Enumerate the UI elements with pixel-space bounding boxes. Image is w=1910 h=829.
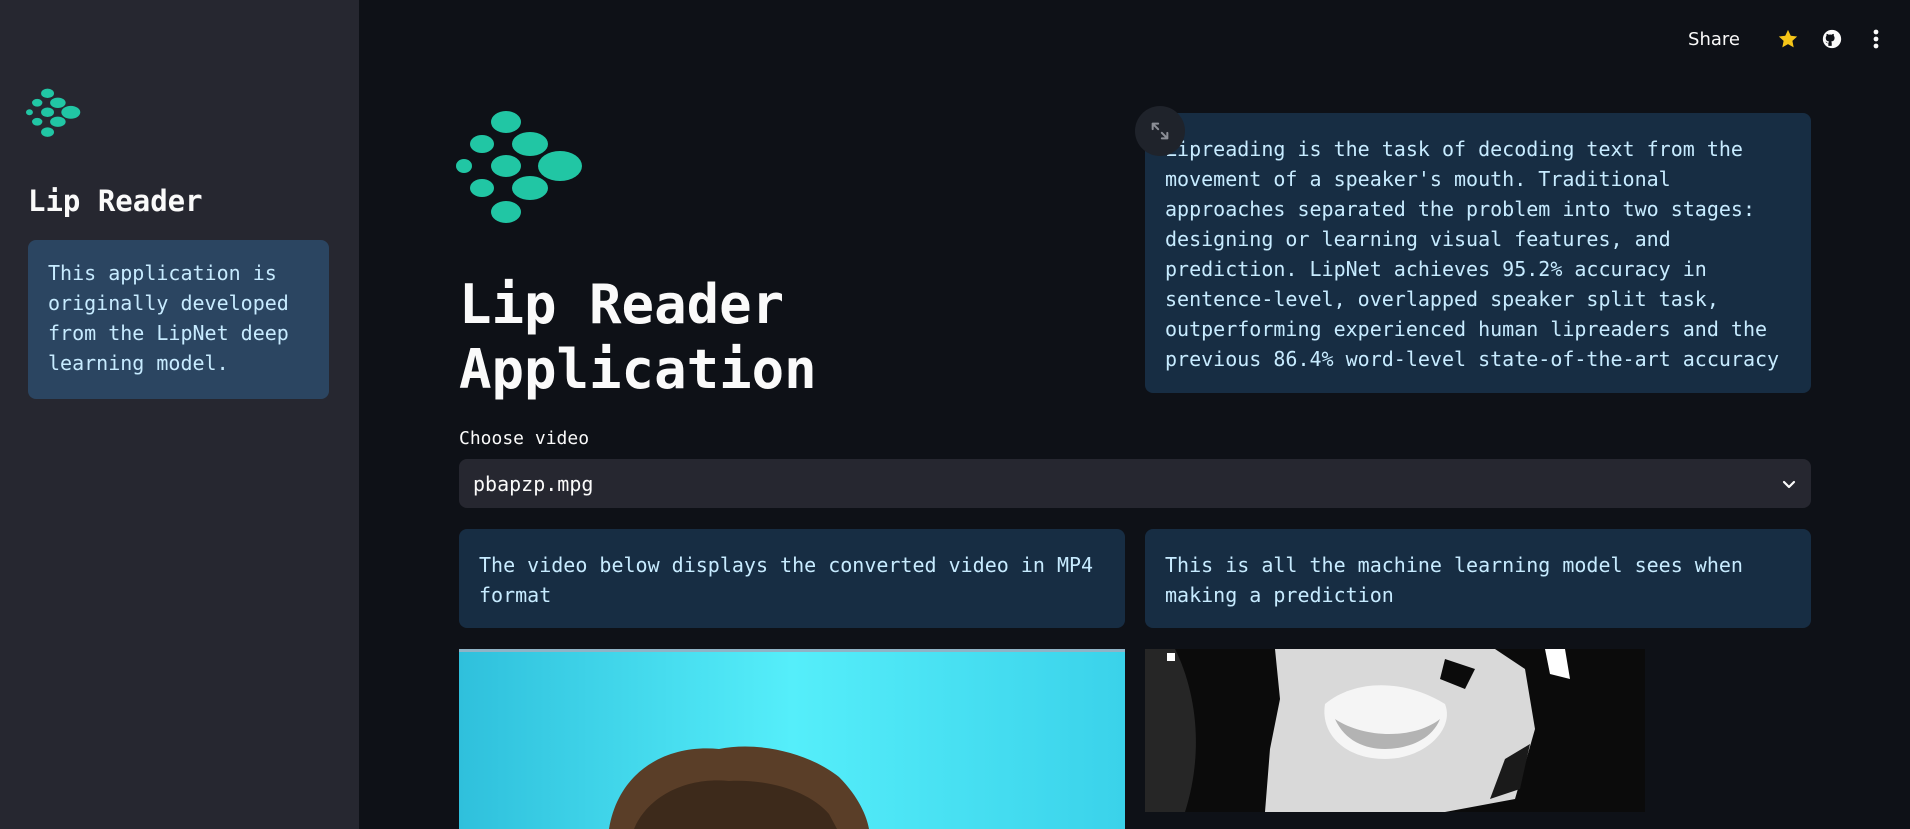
share-button[interactable]: Share — [1688, 29, 1740, 50]
page-title: Lip Reader Application — [459, 272, 817, 402]
sidebar: Lip Reader This application is originall… — [0, 0, 359, 829]
chevron-down-icon — [1782, 480, 1796, 488]
sidebar-info-box: This application is originally developed… — [28, 240, 329, 399]
app-logo-icon — [26, 88, 81, 137]
sidebar-title: Lip Reader — [28, 184, 203, 218]
page-title-line-1: Lip Reader — [459, 273, 785, 336]
github-icon[interactable] — [1818, 25, 1846, 53]
description-info-box: Lipreading is the task of decoding text … — [1145, 113, 1811, 393]
converted-video-player[interactable] — [459, 649, 1125, 829]
main-logo-icon — [456, 111, 582, 223]
selected-video-value: pbapzp.mpg — [473, 471, 594, 496]
more-vertical-icon[interactable] — [1862, 25, 1890, 53]
top-toolbar: Share — [1688, 22, 1890, 56]
video-select[interactable]: pbapzp.mpg — [459, 459, 1811, 508]
star-icon[interactable] — [1774, 25, 1802, 53]
mouth-crop-image — [1145, 649, 1645, 812]
video-frame-image — [459, 649, 1125, 829]
model-input-frame — [1145, 649, 1645, 812]
converted-video-info: The video below displays the converted v… — [459, 529, 1125, 628]
choose-video-label: Choose video — [459, 428, 590, 449]
model-input-info: This is all the machine learning model s… — [1145, 529, 1811, 628]
fullscreen-expand-icon[interactable] — [1135, 106, 1185, 156]
page-title-line-2: Application — [459, 338, 817, 401]
